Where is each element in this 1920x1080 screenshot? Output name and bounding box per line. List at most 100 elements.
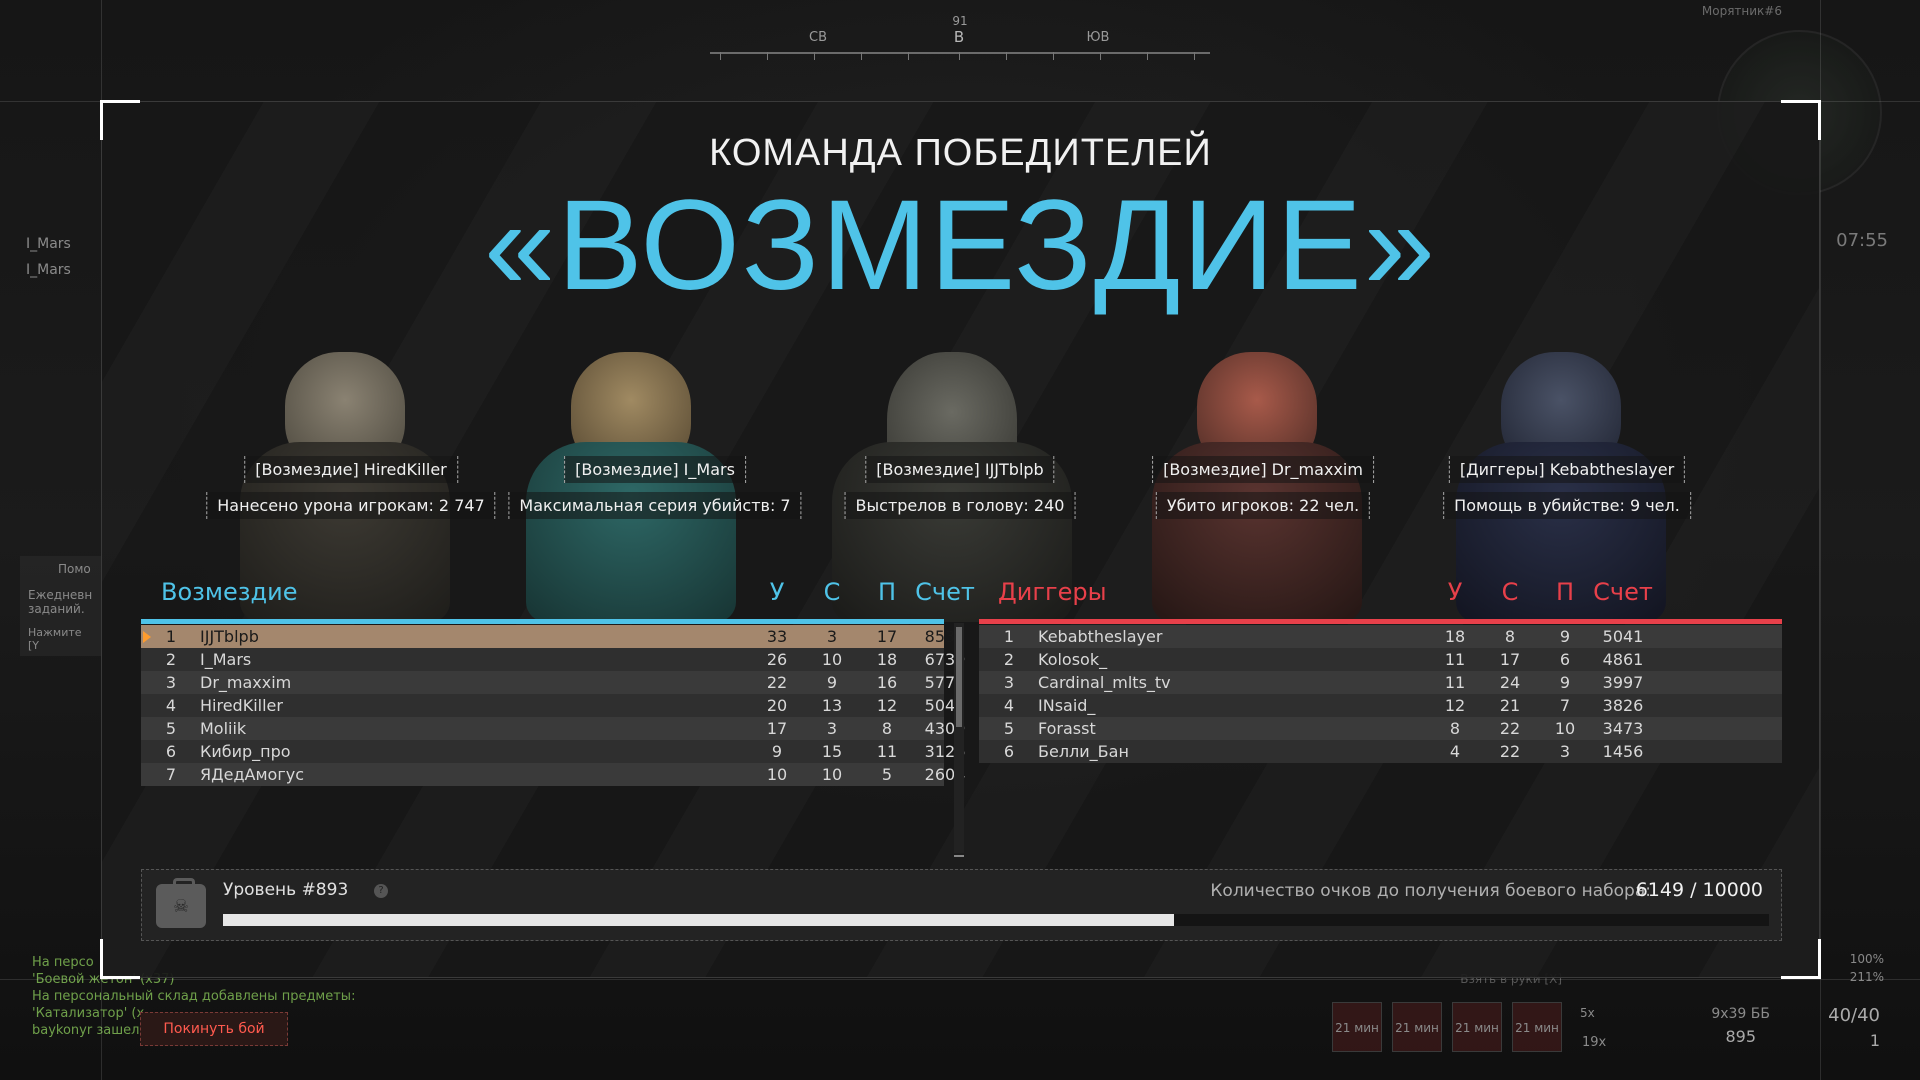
row-deaths: 3 xyxy=(826,719,838,738)
squad-member: I_Mars xyxy=(26,236,71,252)
compass-left-label: СВ xyxy=(809,30,827,45)
compass-tick xyxy=(959,52,960,60)
daily-tasks-hint: Помо Ежедневн заданий. Нажмите [Y xyxy=(20,556,102,656)
row-assists: 12 xyxy=(876,696,898,715)
row-deaths: 10 xyxy=(821,650,843,669)
row-nick: Kebabtheslayer xyxy=(1038,627,1163,646)
scoreboard-scrollbar[interactable] xyxy=(954,623,964,857)
row-assists: 3 xyxy=(1559,742,1571,761)
caliber-label: 9x39 ББ xyxy=(1711,1006,1770,1022)
row-score: 2604 xyxy=(924,765,966,784)
table-row[interactable]: 4 INsaid_ 12 21 7 3826 xyxy=(979,694,1782,717)
chat-line: На персональный склад добавлены предметы… xyxy=(32,989,356,1004)
frame-line xyxy=(1820,0,1821,1080)
match-results-panel: КОМАНДА ПОБЕДИТЕЛЕЙ «ВОЗМЕЗДИЕ» [Возмезд… xyxy=(100,100,1821,979)
team-left-header: Возмездие У С П Счет xyxy=(161,578,975,618)
battle-kit-progress: ☠ Уровень #893 ? Количество очков до пол… xyxy=(141,869,1782,941)
row-pos: 7 xyxy=(165,765,177,784)
row-kills: 8 xyxy=(1449,719,1461,738)
compass-tick xyxy=(1147,52,1148,60)
row-pos: 6 xyxy=(1003,742,1015,761)
table-row[interactable]: 3 Cardinal_mlts_tv 11 24 9 3997 xyxy=(979,671,1782,694)
row-nick: INsaid_ xyxy=(1038,696,1096,715)
highlight-player-tag: [Возмездие] HiredKiller xyxy=(244,456,458,483)
col-score: Счет xyxy=(1593,578,1653,606)
row-score: 5041 xyxy=(1602,627,1644,646)
table-row[interactable]: 4 HiredKiller 20 13 12 5047 xyxy=(141,694,965,717)
table-row[interactable]: 2 Kolosok_ 11 17 6 4861 xyxy=(979,648,1782,671)
row-score: 3826 xyxy=(1602,696,1644,715)
row-pos: 4 xyxy=(1003,696,1015,715)
compass-tick xyxy=(814,52,815,60)
compass-center-label: В xyxy=(953,28,965,46)
table-row[interactable]: 5 Moliik 17 3 8 4309 xyxy=(141,717,965,740)
row-kills: 4 xyxy=(1449,742,1461,761)
col-kills: У xyxy=(1447,578,1463,606)
winner-subtitle: КОМАНДА ПОБЕДИТЕЛЕЙ xyxy=(709,132,1212,174)
table-row[interactable]: 1 IJJTblpb 33 3 17 8531 xyxy=(141,625,965,648)
scrollbar-thumb[interactable] xyxy=(956,627,962,727)
percent-1: 100% xyxy=(1849,952,1884,966)
row-deaths: 21 xyxy=(1499,696,1521,715)
row-assists: 9 xyxy=(1559,627,1571,646)
highlight-player-tag: [Возмездие] I_Mars xyxy=(564,456,746,483)
row-nick: I_Mars xyxy=(200,650,252,669)
row-kills: 22 xyxy=(766,673,788,692)
points-needed-label: Количество очков до получения боевого на… xyxy=(1210,881,1651,901)
row-nick: Dr_maxxim xyxy=(200,673,292,692)
table-row[interactable]: 2 I_Mars 26 10 18 6739 xyxy=(141,648,965,671)
compass-tick xyxy=(720,52,721,60)
row-pos: 3 xyxy=(1003,673,1015,692)
row-deaths: 8 xyxy=(1504,627,1516,646)
table-row[interactable]: 3 Dr_maxxim 22 9 16 5773 xyxy=(141,671,965,694)
row-kills: 17 xyxy=(766,719,788,738)
hint-body: Ежедневн заданий. xyxy=(28,588,93,616)
table-row[interactable]: 7 ЯДедАмогус 10 10 5 2604 xyxy=(141,763,965,786)
compass-tick xyxy=(1053,52,1054,60)
row-kills: 10 xyxy=(766,765,788,784)
row-kills: 33 xyxy=(766,627,788,646)
row-score: 4861 xyxy=(1602,650,1644,669)
row-deaths: 22 xyxy=(1499,719,1521,738)
row-score: 1456 xyxy=(1602,742,1644,761)
highlight-player-tag: [Возмездие] IJJTblpb xyxy=(865,456,1055,483)
row-assists: 6 xyxy=(1559,650,1571,669)
row-assists: 17 xyxy=(876,627,898,646)
highlight-stat: Убито игроков: 22 чел. xyxy=(1155,492,1371,519)
row-pos: 1 xyxy=(1003,627,1015,646)
row-pos: 4 xyxy=(165,696,177,715)
row-kills: 11 xyxy=(1444,650,1466,669)
col-assists: П xyxy=(877,578,897,606)
row-nick: Kolosok_ xyxy=(1038,650,1108,669)
compass-tick xyxy=(767,52,768,60)
info-icon[interactable]: ? xyxy=(374,884,388,898)
skull-icon: ☠ xyxy=(173,896,190,917)
quick-slot: 21 мин xyxy=(1512,1002,1562,1052)
team-right-table: 1 Kebabtheslayer 18 8 9 5041 2 Kolosok_ … xyxy=(979,625,1782,763)
table-row[interactable]: 5 Forasst 8 22 10 3473 xyxy=(979,717,1782,740)
table-row[interactable]: 6 Белли_Бан 4 22 3 1456 xyxy=(979,740,1782,763)
panel-corner xyxy=(1781,939,1821,979)
row-kills: 26 xyxy=(766,650,788,669)
leave-battle-button[interactable]: Покинуть бой xyxy=(140,1012,288,1046)
row-kills: 20 xyxy=(766,696,788,715)
row-pos: 1 xyxy=(165,627,177,646)
squad-list: I_Mars I_Mars xyxy=(26,236,71,288)
row-pos: 5 xyxy=(165,719,177,738)
row-deaths: 9 xyxy=(826,673,838,692)
current-player-marker-icon xyxy=(143,631,151,643)
row-assists: 18 xyxy=(876,650,898,669)
row-nick: Moliik xyxy=(200,719,247,738)
row-assists: 11 xyxy=(876,742,898,761)
row-assists: 7 xyxy=(1559,696,1571,715)
row-deaths: 10 xyxy=(821,765,843,784)
ammo-reserve: 895 xyxy=(1725,1027,1756,1046)
points-value: 6149 / 10000 xyxy=(1635,879,1763,901)
row-assists: 16 xyxy=(876,673,898,692)
table-row[interactable]: 1 Kebabtheslayer 18 8 9 5041 xyxy=(979,625,1782,648)
frame-line xyxy=(0,979,1920,980)
team-left-name: Возмездие xyxy=(161,578,298,606)
compass-right-label: ЮВ xyxy=(1086,30,1110,45)
col-deaths: С xyxy=(1501,578,1519,606)
table-row[interactable]: 6 Кибир_про 9 15 11 3126 xyxy=(141,740,965,763)
